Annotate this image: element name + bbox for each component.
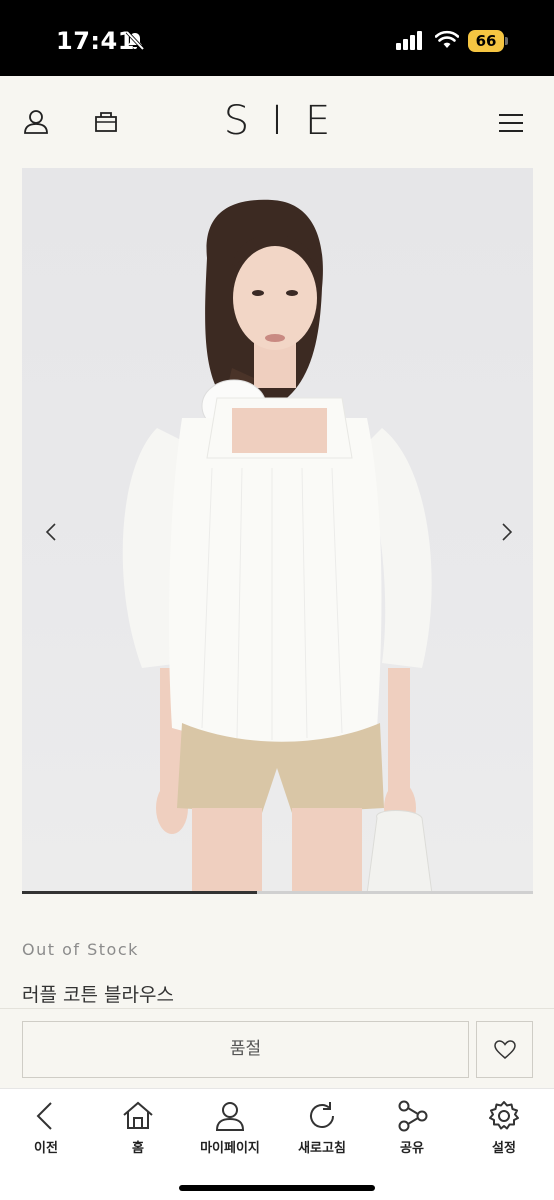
toolbar-settings-button[interactable]: 설정 bbox=[458, 1099, 550, 1159]
share-icon bbox=[398, 1100, 428, 1132]
product-image[interactable] bbox=[22, 168, 533, 894]
product-photo-illustration bbox=[122, 199, 433, 894]
battery-level: 66 bbox=[468, 30, 504, 52]
gallery-progress-track bbox=[22, 891, 533, 894]
toolbar-mypage-button[interactable]: 마이페이지 bbox=[184, 1099, 276, 1159]
toolbar-back-label: 이전 bbox=[34, 1141, 58, 1156]
site-header: SIE bbox=[0, 76, 554, 166]
toolbar-mypage-label: 마이페이지 bbox=[200, 1141, 260, 1156]
signal-icon bbox=[396, 30, 424, 54]
bell-slash-icon bbox=[124, 30, 146, 56]
user-icon bbox=[215, 1102, 245, 1131]
back-icon bbox=[36, 1102, 52, 1130]
brand-logo[interactable]: SIE bbox=[0, 98, 554, 144]
purchase-action-bar: 품절 bbox=[0, 1008, 554, 1088]
heart-icon bbox=[494, 1040, 516, 1059]
menu-icon[interactable] bbox=[499, 113, 523, 137]
battery-icon: 66 bbox=[468, 30, 508, 52]
gallery-progress-fill bbox=[22, 891, 258, 894]
stock-status: Out of Stock bbox=[22, 940, 139, 959]
toolbar-refresh-button[interactable]: 새로고침 bbox=[276, 1099, 368, 1159]
toolbar-refresh-label: 새로고침 bbox=[298, 1141, 346, 1156]
bottom-toolbar: 이전 홈 마이페이지 새로고침 공유 설정 bbox=[0, 1088, 554, 1200]
home-icon bbox=[123, 1101, 153, 1129]
refresh-icon bbox=[310, 1102, 334, 1128]
home-indicator[interactable] bbox=[179, 1185, 375, 1191]
wishlist-button[interactable] bbox=[476, 1021, 533, 1078]
toolbar-settings-label: 설정 bbox=[492, 1141, 516, 1156]
toolbar-share-button[interactable]: 공유 bbox=[366, 1099, 458, 1159]
toolbar-home-label: 홈 bbox=[132, 1141, 144, 1156]
settings-icon bbox=[489, 1101, 519, 1130]
product-name: 러플 코튼 블라우스 bbox=[22, 984, 174, 1006]
wifi-icon bbox=[434, 30, 460, 54]
toolbar-home-button[interactable]: 홈 bbox=[92, 1099, 184, 1159]
toolbar-share-label: 공유 bbox=[400, 1141, 424, 1156]
next-image-arrow-icon[interactable] bbox=[496, 522, 516, 542]
battery-tip bbox=[505, 37, 508, 45]
toolbar-back-button[interactable]: 이전 bbox=[0, 1099, 92, 1159]
status-bar: 17:41 66 bbox=[0, 0, 554, 76]
prev-image-arrow-icon[interactable] bbox=[42, 522, 62, 542]
soldout-button[interactable]: 품절 bbox=[22, 1021, 469, 1078]
